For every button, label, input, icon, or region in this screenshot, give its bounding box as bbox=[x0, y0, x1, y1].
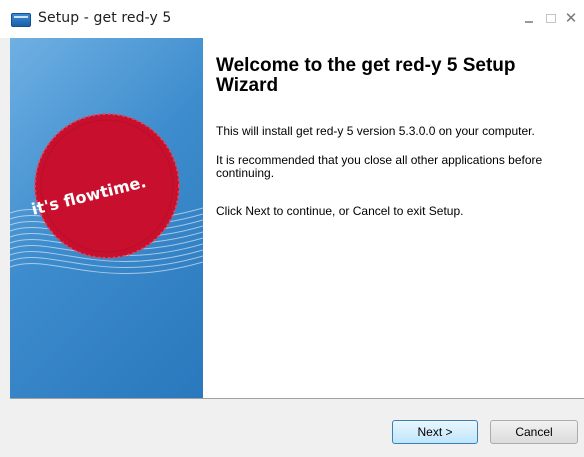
close-icon[interactable]: ✕ bbox=[562, 8, 580, 28]
window-title: Setup - get red-y 5 bbox=[38, 10, 172, 26]
install-info-text: This will install get red-y 5 version 5.… bbox=[216, 124, 535, 138]
instruction-text: Click Next to continue, or Cancel to exi… bbox=[216, 204, 464, 218]
minimize-icon[interactable] bbox=[520, 8, 538, 28]
app-icon bbox=[11, 13, 31, 27]
cancel-button[interactable]: Cancel bbox=[490, 420, 578, 444]
title-bar[interactable]: Setup - get red-y 5 ✕ bbox=[0, 0, 584, 38]
setup-wizard-window: Setup - get red-y 5 ✕ it's flowtime. Wel… bbox=[0, 0, 584, 457]
wizard-side-banner: it's flowtime. bbox=[10, 38, 203, 398]
footer-divider bbox=[10, 398, 584, 399]
next-button[interactable]: Next > bbox=[392, 420, 478, 444]
flow-lines-graphic bbox=[10, 113, 203, 274]
wizard-content-pane: Welcome to the get red-y 5 Setup Wizard … bbox=[203, 38, 584, 398]
recommendation-text: It is recommended that you close all oth… bbox=[216, 153, 543, 180]
page-title: Welcome to the get red-y 5 Setup Wizard bbox=[216, 55, 516, 96]
maximize-icon[interactable] bbox=[542, 8, 560, 28]
